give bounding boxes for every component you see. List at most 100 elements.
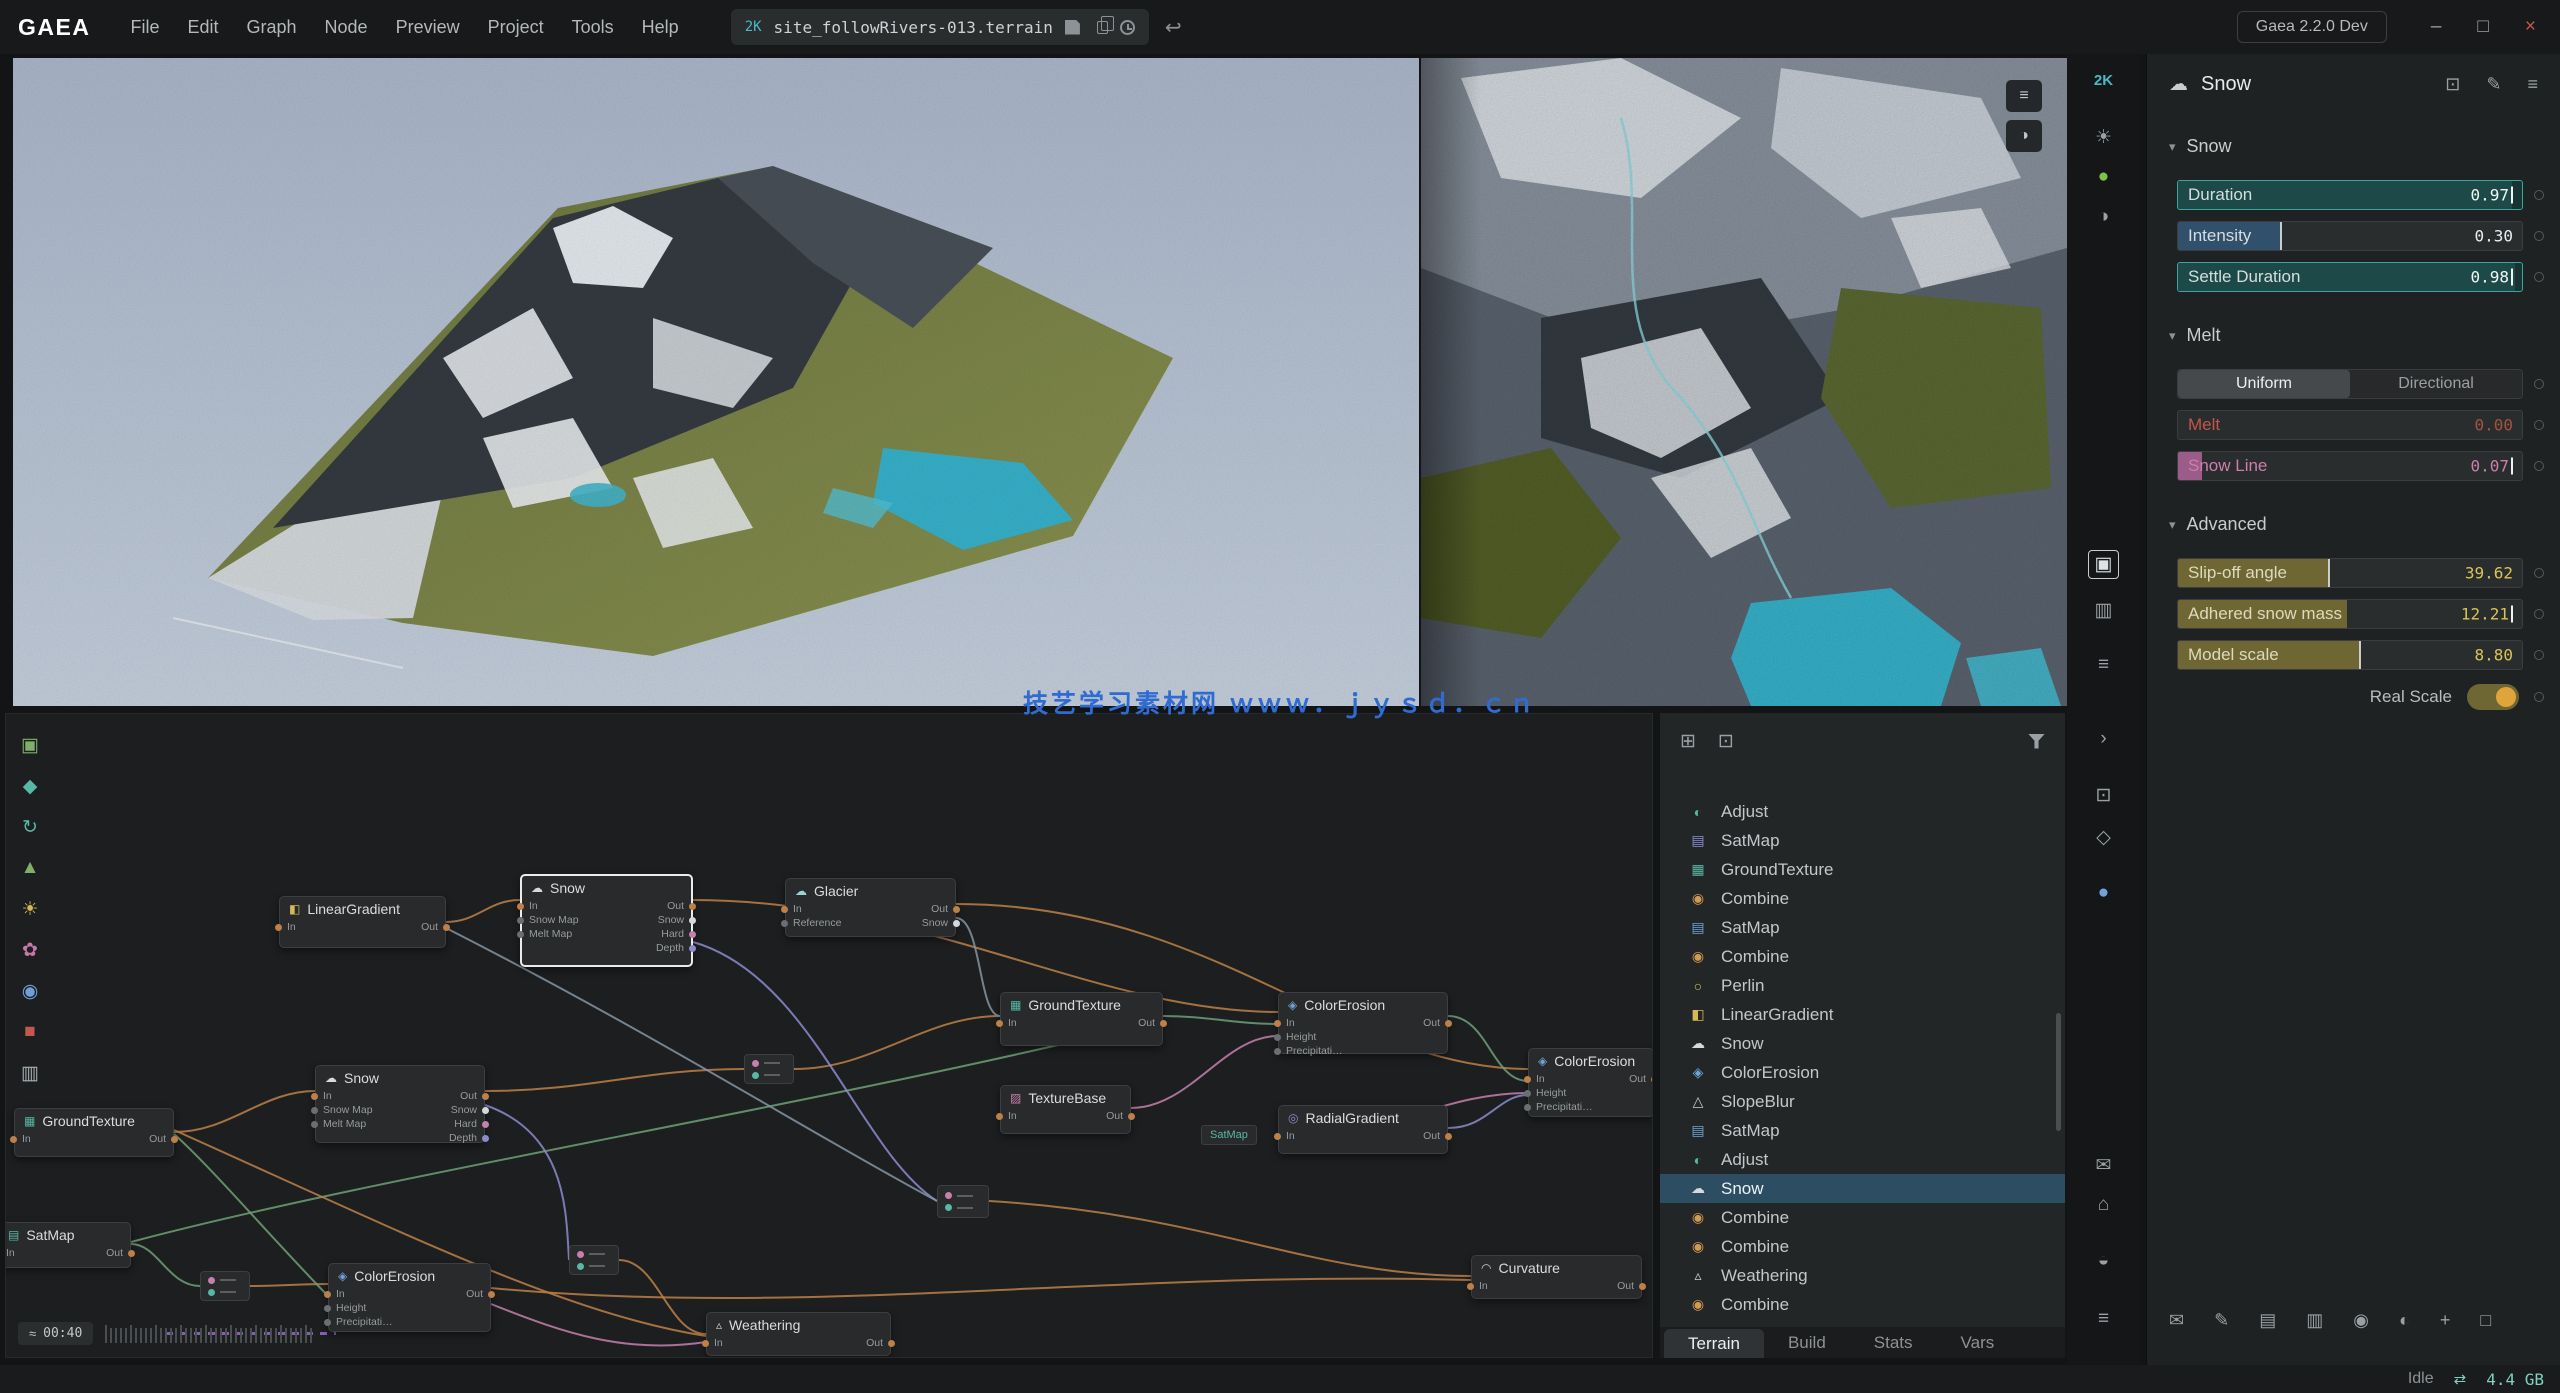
close-button[interactable]: × xyxy=(2525,16,2536,38)
port-dot[interactable] xyxy=(781,906,788,913)
list-item-combine[interactable]: ◉Combine xyxy=(1660,1290,2065,1319)
port-dot[interactable] xyxy=(1639,1283,1646,1290)
output-port[interactable]: Depth xyxy=(656,941,684,955)
port-dot[interactable] xyxy=(311,1093,318,1100)
output-port[interactable]: Snow xyxy=(449,1103,477,1117)
output-port[interactable]: Out xyxy=(922,902,948,916)
branch-icon[interactable]: ◇ xyxy=(2067,826,2140,849)
section-header-snow[interactable]: ▾Snow xyxy=(2147,114,2560,169)
property-model-scale[interactable]: Model scale8.80 xyxy=(2177,640,2523,670)
slider-handle[interactable] xyxy=(2280,222,2282,250)
list-item-snow[interactable]: ☁Snow xyxy=(1660,1174,2065,1203)
output-port[interactable]: Out xyxy=(149,1132,166,1146)
port-dot[interactable] xyxy=(1128,1113,1135,1120)
port-dot[interactable] xyxy=(488,1291,495,1298)
port-dot[interactable] xyxy=(1274,1020,1281,1027)
graph-portal-node[interactable] xyxy=(937,1185,989,1218)
list-item-combine[interactable]: ◉Combine xyxy=(1660,942,2065,971)
output-port[interactable]: Hard xyxy=(656,927,684,941)
file-bar[interactable]: 2K site_followRivers-013.terrain xyxy=(731,9,1149,45)
port-dot[interactable] xyxy=(1274,1034,1281,1041)
input-port[interactable]: In xyxy=(323,1089,373,1103)
output-port[interactable]: Out xyxy=(866,1336,883,1350)
flora-icon[interactable]: ✿ xyxy=(16,937,44,963)
input-port[interactable]: Snow Map xyxy=(323,1103,373,1117)
node-list-scrollbar[interactable] xyxy=(2056,1013,2061,1131)
graph-node-weathering[interactable]: ▵WeatheringInOut xyxy=(706,1312,891,1356)
output-port[interactable]: Out xyxy=(1617,1279,1634,1293)
reset-dot[interactable] xyxy=(2534,650,2544,660)
graph-portal-node[interactable] xyxy=(569,1245,619,1275)
port-dot[interactable] xyxy=(996,1113,1003,1120)
tab-build[interactable]: Build xyxy=(1764,1327,1850,1358)
list-item-satmap[interactable]: ▤SatMap xyxy=(1660,913,2065,942)
sun-icon[interactable]: ☀ xyxy=(2067,126,2140,149)
port-dot[interactable] xyxy=(953,906,960,913)
output-port[interactable]: Out xyxy=(1629,1072,1646,1086)
port-dot[interactable] xyxy=(443,924,450,931)
resolution-2k[interactable]: 2K xyxy=(2067,72,2140,89)
segment-option-directional[interactable]: Directional xyxy=(2350,370,2522,398)
graph-node-lineargradient[interactable]: ◧LinearGradientInOut xyxy=(279,896,446,948)
graph-node-snow[interactable]: ☁SnowInSnow MapMelt MapOutSnowHardDepth xyxy=(315,1065,485,1143)
input-port[interactable]: Height xyxy=(1536,1086,1593,1100)
graph-node-radialgradient[interactable]: ◎RadialGradientInOut xyxy=(1278,1105,1448,1154)
output-port[interactable]: Snow xyxy=(656,913,684,927)
menu-graph[interactable]: Graph xyxy=(233,17,311,38)
grid-add-icon[interactable]: ⊞ xyxy=(1680,730,1696,753)
menu-help[interactable]: Help xyxy=(628,17,693,38)
port-dot[interactable] xyxy=(702,1340,709,1347)
port-dot[interactable] xyxy=(171,1136,178,1143)
port-dot[interactable] xyxy=(128,1250,135,1257)
property-intensity[interactable]: Intensity0.30 xyxy=(2177,221,2523,251)
property-melt[interactable]: Melt0.00 xyxy=(2177,410,2523,440)
port-dot[interactable] xyxy=(10,1136,17,1143)
node-graph-panel[interactable]: ▣◆↻▲☀✿◉■▥ ▦GroundTextureInOut▤SatMapInOu… xyxy=(5,713,1653,1358)
viewport-topdown[interactable] xyxy=(1421,58,2067,706)
menu-tools[interactable]: Tools xyxy=(558,17,628,38)
reset-dot[interactable] xyxy=(2534,420,2544,430)
port-dot[interactable] xyxy=(324,1291,331,1298)
render-dot-icon[interactable]: ● xyxy=(2067,166,2140,188)
port-dot[interactable] xyxy=(1524,1076,1531,1083)
menu-node[interactable]: Node xyxy=(311,17,382,38)
port-dot[interactable] xyxy=(311,1121,318,1128)
property-settle-duration[interactable]: Settle Duration0.98 xyxy=(2177,262,2523,292)
reset-dot[interactable] xyxy=(2534,609,2544,619)
reset-dot[interactable] xyxy=(2534,190,2544,200)
list-item-perlin[interactable]: ○Perlin xyxy=(1660,971,2065,1000)
input-port[interactable]: In xyxy=(1479,1279,1488,1293)
input-port[interactable]: In xyxy=(1008,1109,1017,1123)
port-dot[interactable] xyxy=(1524,1104,1531,1111)
copy-icon[interactable] xyxy=(1097,21,1108,34)
port-dot[interactable] xyxy=(482,1107,489,1114)
history-icon[interactable] xyxy=(1120,20,1135,35)
input-port[interactable]: In xyxy=(529,899,579,913)
save-icon[interactable] xyxy=(1065,20,1080,35)
input-port[interactable]: In xyxy=(22,1132,31,1146)
output-port[interactable]: Depth xyxy=(449,1131,477,1145)
port-dot[interactable] xyxy=(1651,1076,1653,1083)
real-scale-toggle[interactable] xyxy=(2467,684,2519,710)
port-dot[interactable] xyxy=(324,1319,331,1326)
frame-icon[interactable]: ⊡ xyxy=(1718,730,1734,753)
graph-portal-node[interactable] xyxy=(744,1054,794,1084)
graph-node-glacier[interactable]: ☁GlacierInReferenceOutSnow xyxy=(785,878,956,937)
droplet-icon[interactable]: ● xyxy=(2067,882,2140,904)
slider-handle[interactable] xyxy=(2328,559,2330,587)
input-port[interactable]: Precipitati… xyxy=(1286,1044,1343,1058)
package-icon[interactable]: ⌂ xyxy=(2067,1194,2140,1216)
contrast-icon[interactable]: ◐ xyxy=(2399,1310,2410,1331)
list-item-adjust[interactable]: ◐Adjust xyxy=(1660,1145,2065,1174)
menu-edit[interactable]: Edit xyxy=(173,17,232,38)
undo-icon[interactable]: ↩ xyxy=(1165,15,1182,40)
columns-icon[interactable]: ▤ xyxy=(2259,1310,2276,1331)
viewport-contrast-icon[interactable]: ◑ xyxy=(2006,120,2042,152)
graph-node-colorerosion[interactable]: ◈ColorErosionInHeightPrecipitati…Out xyxy=(1528,1048,1653,1117)
stats-icon[interactable]: ▥ xyxy=(16,1060,44,1086)
port-dot[interactable] xyxy=(888,1340,895,1347)
input-port[interactable]: In xyxy=(793,902,841,916)
port-dot[interactable] xyxy=(1274,1133,1281,1140)
sliders-icon[interactable]: ≡ xyxy=(2067,654,2140,676)
list-item-adjust[interactable]: ◐Adjust xyxy=(1660,797,2065,826)
